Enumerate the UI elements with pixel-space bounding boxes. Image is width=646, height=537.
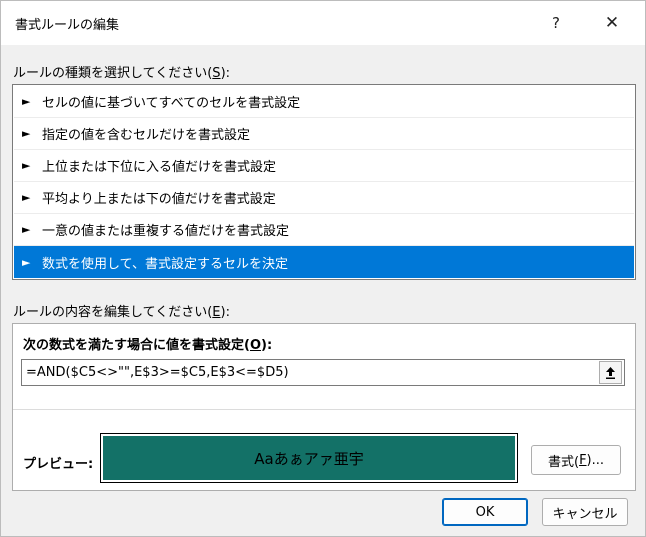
bullet-arrow-icon: ► xyxy=(22,95,31,108)
rule-type-item-label: 一意の値または重複する値だけを書式設定 xyxy=(42,224,290,239)
bullet-arrow-icon: ► xyxy=(22,191,31,204)
rule-type-item[interactable]: ► 上位または下位に入る値だけを書式設定 xyxy=(14,150,634,182)
preview-sample: Aaあぁアァ亜宇 xyxy=(103,436,515,480)
rule-type-item-label: 平均より上または下の値だけを書式設定 xyxy=(42,192,276,207)
cancel-button[interactable]: キャンセル xyxy=(542,498,628,526)
rule-type-item[interactable]: ► セルの値に基づいてすべてのセルを書式設定 xyxy=(14,86,634,118)
collapse-dialog-button[interactable] xyxy=(599,361,622,384)
bullet-arrow-icon: ► xyxy=(22,159,31,172)
dialog-title: 書式ルールの編集 xyxy=(15,18,120,33)
panel-divider xyxy=(13,409,635,410)
rule-type-item-label: 数式を使用して、書式設定するセルを決定 xyxy=(42,256,288,272)
ok-button[interactable]: OK xyxy=(442,498,528,526)
formula-field xyxy=(21,359,625,386)
rule-type-item-label: セルの値に基づいてすべてのセルを書式設定 xyxy=(42,96,301,111)
upload-arrow-icon xyxy=(606,366,615,379)
rule-type-item[interactable]: ► 平均より上または下の値だけを書式設定 xyxy=(14,182,634,214)
rule-type-item-selected[interactable]: ► 数式を使用して、書式設定するセルを決定 xyxy=(14,246,634,278)
preview-box: Aaあぁアァ亜宇 xyxy=(100,433,518,483)
rule-type-item[interactable]: ► 指定の値を含むセルだけを書式設定 xyxy=(14,118,634,150)
format-button[interactable]: 書式(F)... xyxy=(531,445,621,475)
help-button[interactable]: ? xyxy=(541,9,571,37)
bullet-arrow-icon: ► xyxy=(22,223,31,236)
preview-label: プレビュー: xyxy=(23,457,94,472)
rule-type-item[interactable]: ► 一意の値または重複する値だけを書式設定 xyxy=(14,214,634,246)
title-bar: 書式ルールの編集 ? ✕ xyxy=(1,1,645,45)
bullet-arrow-icon: ► xyxy=(22,127,31,140)
rule-edit-panel: 次の数式を満たす場合に値を書式設定(O): プレビュー: Aaあぁアァ亜宇 書式… xyxy=(12,323,636,491)
formula-label: 次の数式を満たす場合に値を書式設定(O): xyxy=(23,338,273,353)
rule-edit-label: ルールの内容を編集してください(E): xyxy=(13,305,230,320)
formula-input[interactable] xyxy=(22,360,596,385)
rule-type-item-label: 指定の値を含むセルだけを書式設定 xyxy=(42,128,251,143)
edit-formatting-rule-dialog: 書式ルールの編集 ? ✕ ルールの種類を選択してください(S): ► セルの値に… xyxy=(0,0,646,537)
close-button[interactable]: ✕ xyxy=(597,9,627,37)
rule-type-list[interactable]: ► セルの値に基づいてすべてのセルを書式設定 ► 指定の値を含むセルだけを書式設… xyxy=(12,84,636,280)
rule-type-label: ルールの種類を選択してください(S): xyxy=(13,66,231,81)
rule-type-item-label: 上位または下位に入る値だけを書式設定 xyxy=(42,160,277,175)
bullet-arrow-icon: ► xyxy=(22,255,31,269)
